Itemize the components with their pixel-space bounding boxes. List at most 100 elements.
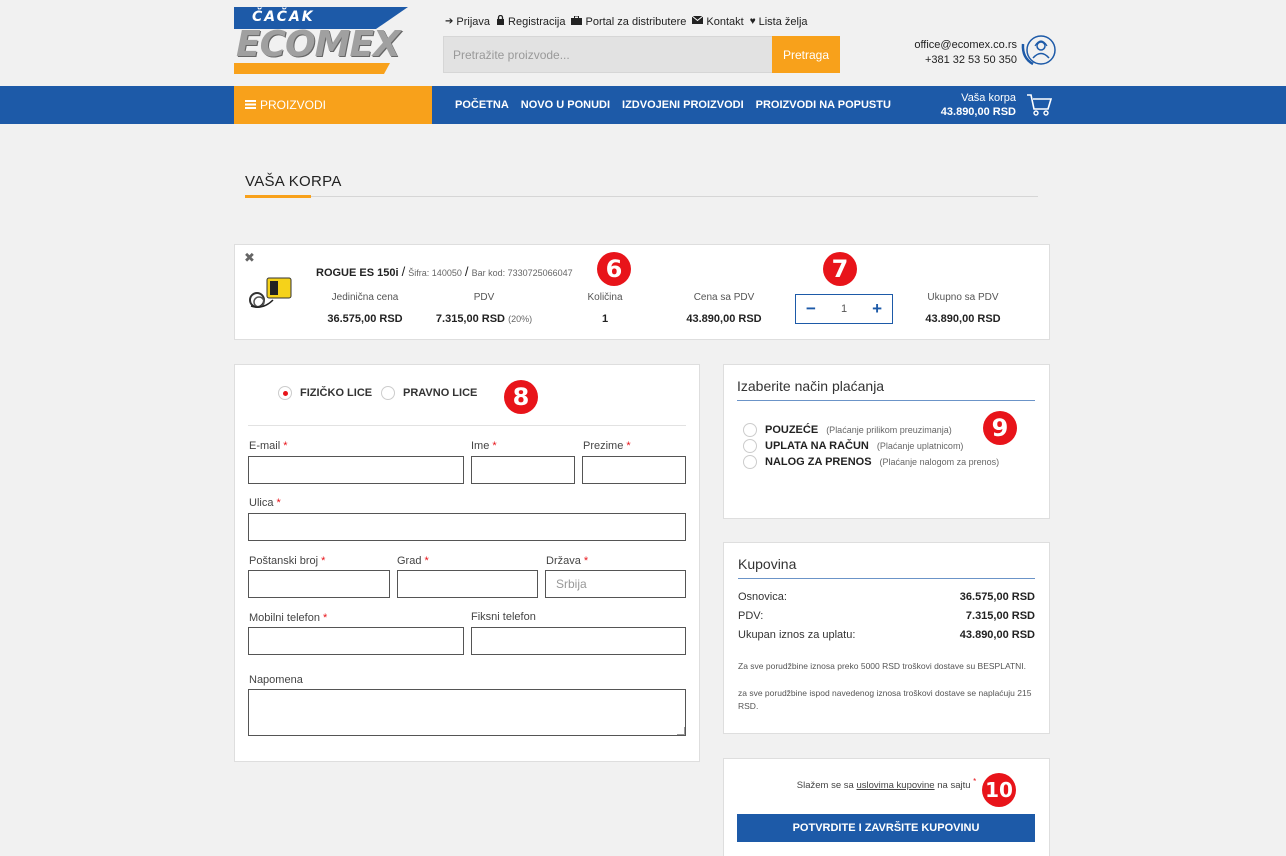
nav-home[interactable]: POČETNA	[455, 99, 509, 111]
bank-slip-radio[interactable]	[743, 439, 757, 453]
contact-phone[interactable]: +381 32 53 50 350	[880, 53, 1017, 68]
last-name-field[interactable]	[582, 456, 686, 484]
cart-item-title: ROGUE ES 150i / Šifra: 140050 / Bar kod:…	[316, 264, 573, 279]
ecomex-logo[interactable]: ČAČAK ECOMEX	[234, 7, 408, 74]
quantity-label: Količina	[587, 292, 623, 303]
landline-phone-label: Fiksni telefon	[471, 611, 536, 623]
product-thumbnail[interactable]	[247, 272, 295, 310]
terms-link[interactable]: uslovima kupovine	[856, 780, 934, 791]
postal-code-field[interactable]	[248, 570, 390, 598]
city-label: Grad *	[397, 555, 429, 567]
wishlist-link[interactable]: ♥ Lista želja	[750, 15, 808, 28]
remove-item-icon[interactable]: ✖	[244, 250, 255, 266]
contact-info: office@ecomex.co.rs +381 32 53 50 350	[880, 38, 1017, 68]
total-with-vat-label: Ukupno sa PDV	[927, 292, 999, 303]
transfer-label: NALOG ZA PRENOS	[765, 456, 872, 468]
quantity-stepper-value[interactable]: 1	[841, 303, 847, 315]
nav-links: POČETNA NOVO U PONUDI IZDVOJENI PROIZVOD…	[455, 86, 891, 124]
note-textarea[interactable]	[248, 689, 686, 736]
vat-rate: (20%)	[508, 314, 533, 324]
product-name[interactable]: ROGUE ES 150i	[316, 267, 399, 279]
lock-icon	[496, 14, 505, 28]
cod-radio[interactable]	[743, 423, 757, 437]
bank-slip-label: UPLATA NA RAČUN	[765, 440, 869, 452]
price-with-vat-value: 43.890,00 RSD	[686, 313, 762, 325]
header-cart-summary[interactable]: Vaša korpa 43.890,00 RSD	[920, 91, 1016, 119]
form-divider	[248, 425, 686, 426]
private-person-label: FIZIČKO LICE	[300, 387, 373, 399]
unit-price-value: 36.575,00 RSD	[327, 313, 403, 325]
mobile-phone-label: Mobilni telefon *	[249, 612, 328, 624]
search-button[interactable]: Pretraga	[772, 36, 840, 73]
customer-type-private[interactable]: FIZIČKO LICE	[278, 386, 372, 400]
summary-row-base: Osnovica: 36.575,00 RSD	[738, 591, 1035, 603]
email-field[interactable]	[248, 456, 464, 484]
bank-slip-description: (Plaćanje uplatnicom)	[876, 441, 964, 451]
sign-in-icon: ➔	[445, 16, 454, 27]
payment-title-underline	[737, 400, 1035, 401]
postal-code-label: Poštanski broj *	[249, 555, 326, 567]
quantity-value: 1	[601, 313, 609, 325]
country-label: Država *	[546, 555, 589, 567]
quantity-stepper[interactable]: − 1 +	[795, 294, 893, 324]
private-person-radio[interactable]	[278, 386, 292, 400]
city-field[interactable]	[397, 570, 538, 598]
confirm-purchase-button[interactable]: POTVRDITE I ZAVRŠITE KUPOVINU	[737, 814, 1035, 842]
textarea-resize-handle[interactable]	[677, 727, 685, 735]
delivery-note-free: Za sve porudžbine iznosa preko 5000 RSD …	[738, 661, 1027, 671]
summary-row-vat: PDV: 7.315,00 RSD	[738, 610, 1035, 622]
top-links: ➔ Prijava Registracija Portal za distribu…	[445, 14, 808, 28]
customer-support-icon	[1020, 34, 1058, 70]
cod-description: (Plaćanje prilikom preuzimanja)	[826, 425, 952, 435]
page-title: VAŠA KORPA	[245, 173, 342, 190]
contact-email[interactable]: office@ecomex.co.rs	[880, 38, 1017, 53]
price-with-vat-label: Cena sa PDV	[693, 292, 755, 303]
title-accent-bar	[245, 195, 311, 198]
shopping-cart-icon[interactable]	[1026, 93, 1053, 117]
logo-city-text: ČAČAK	[252, 9, 315, 25]
payment-option-transfer[interactable]: NALOG ZA PRENOS (Plaćanje nalogom za pre…	[743, 455, 999, 469]
transfer-description: (Plaćanje nalogom za prenos)	[879, 457, 1000, 467]
nav-new-offers[interactable]: NOVO U PONUDI	[521, 99, 610, 111]
products-menu-button[interactable]: PROIZVODI	[234, 86, 432, 124]
delivery-note-fee: za sve porudžbine ispod navedenog iznosa…	[738, 688, 1032, 711]
cart-amount: 43.890,00 RSD	[940, 106, 1016, 118]
vat-value: 7.315,00 RSD	[435, 313, 506, 325]
nav-featured-products[interactable]: IZDVOJENI PROIZVODI	[622, 99, 744, 111]
vat-value-cell: 7.315,00 RSD (20%)	[424, 313, 544, 325]
logo-brand-text: ECOMEX	[236, 24, 401, 65]
transfer-radio[interactable]	[743, 455, 757, 469]
country-field[interactable]	[545, 570, 686, 598]
contact-link[interactable]: Kontakt	[692, 15, 744, 28]
increase-quantity-button[interactable]: +	[872, 299, 882, 319]
nav-discounted-products[interactable]: PROIZVODI NA POPUSTU	[756, 99, 891, 111]
distributor-portal-link[interactable]: Portal za distributere	[571, 15, 686, 28]
annotation-badge-10: 10	[982, 773, 1016, 807]
search-input[interactable]	[443, 36, 773, 73]
decrease-quantity-button[interactable]: −	[806, 299, 816, 319]
annotation-badge-8: 8	[504, 380, 538, 414]
total-with-vat-value: 43.890,00 RSD	[925, 313, 1001, 325]
payment-method-title: Izaberite način plaćanja	[737, 378, 885, 394]
payment-option-bank-slip[interactable]: UPLATA NA RAČUN (Plaćanje uplatnicom)	[743, 439, 963, 453]
vat-label: PDV	[473, 292, 495, 303]
customer-type-company[interactable]: PRAVNO LICE	[381, 386, 477, 400]
last-name-label: Prezime *	[583, 440, 631, 452]
street-label: Ulica *	[249, 497, 281, 509]
payment-option-cod[interactable]: POUZEĆE (Plaćanje prilikom preuzimanja)	[743, 423, 952, 437]
cod-label: POUZEĆE	[765, 424, 819, 436]
mobile-phone-field[interactable]	[248, 627, 464, 655]
legal-entity-radio[interactable]	[381, 386, 395, 400]
street-field[interactable]	[248, 513, 686, 541]
first-name-field[interactable]	[471, 456, 575, 484]
product-sku: Šifra: 140050	[408, 268, 462, 278]
login-link[interactable]: ➔ Prijava	[445, 15, 490, 28]
register-link[interactable]: Registracija	[496, 14, 565, 28]
unit-price-label: Jedinična cena	[331, 292, 399, 303]
menu-list-icon	[245, 98, 256, 112]
first-name-label: Ime *	[471, 440, 497, 452]
annotation-badge-7: 7	[823, 252, 857, 286]
landline-phone-field[interactable]	[471, 627, 686, 655]
summary-row-total: Ukupan iznos za uplatu: 43.890,00 RSD	[738, 629, 1035, 641]
products-menu-label: PROIZVODI	[260, 98, 327, 112]
